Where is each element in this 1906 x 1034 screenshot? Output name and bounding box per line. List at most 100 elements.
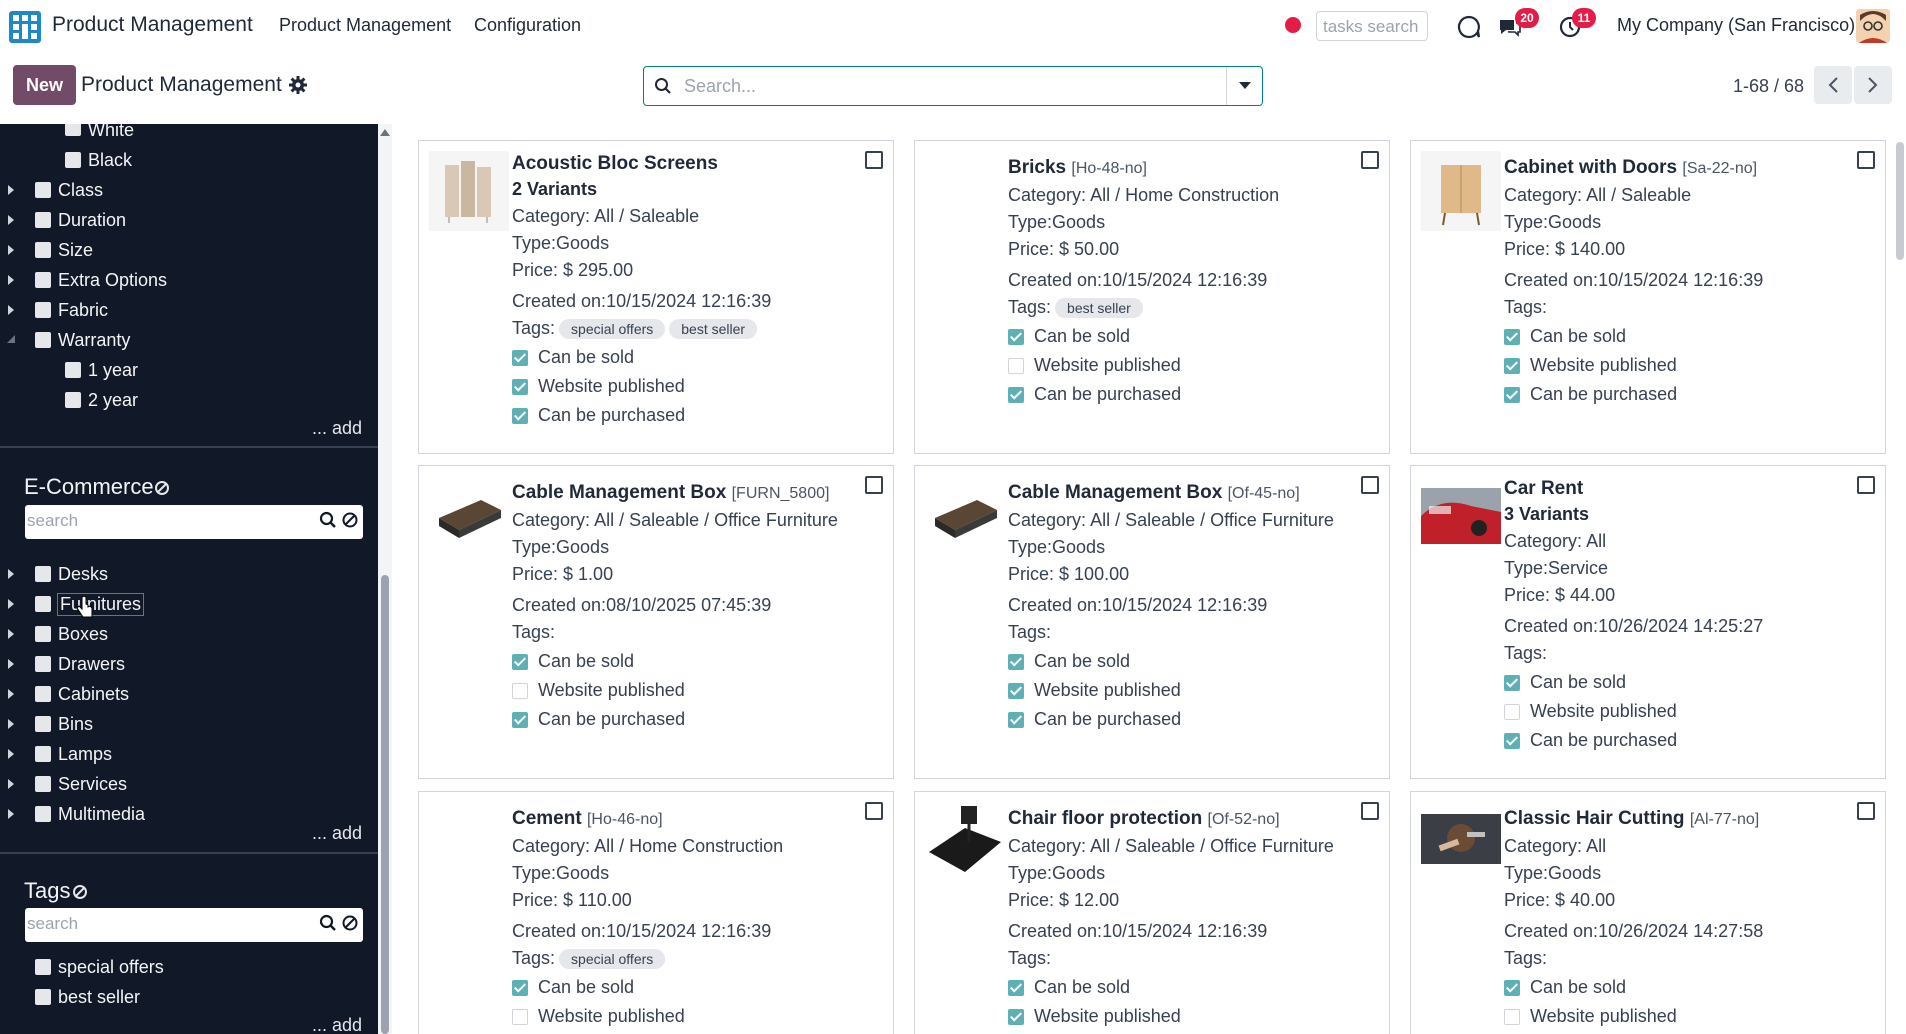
filter-label[interactable]: Warranty [58, 330, 130, 351]
user-avatar[interactable] [1856, 9, 1890, 43]
add-attribute-link[interactable]: ... add [312, 418, 362, 439]
menu-product-management[interactable]: Product Management [279, 15, 451, 36]
filter-checkbox[interactable] [65, 392, 81, 408]
search-bar[interactable]: Search... [643, 66, 1263, 106]
tags-search-input[interactable]: search [27, 914, 78, 934]
product-title[interactable]: Cable Management Box [FURN_5800] [512, 482, 883, 504]
add-tag-link[interactable]: ... add [312, 1015, 362, 1034]
clear-filter-icon[interactable] [154, 480, 170, 496]
filter-checkbox[interactable] [35, 182, 51, 198]
company-switcher[interactable]: My Company (San Francisco) [1617, 15, 1855, 36]
ecommerce-item[interactable]: Bins [58, 714, 93, 735]
clear-search-icon[interactable] [341, 511, 359, 529]
product-name[interactable]: Classic Hair Cutting [1504, 808, 1685, 829]
variants-count[interactable]: 3 Variants [1504, 504, 1875, 525]
search-options-toggle[interactable] [1226, 67, 1262, 105]
expand-caret-icon[interactable] [8, 629, 14, 639]
filter-checkbox[interactable] [35, 272, 51, 288]
ecommerce-item[interactable]: Desks [58, 564, 108, 585]
filter-label[interactable]: Black [88, 150, 132, 171]
filter-checkbox[interactable] [35, 959, 51, 975]
product-title[interactable]: Car Rent [1504, 478, 1875, 500]
filter-checkbox[interactable] [35, 746, 51, 762]
filter-checkbox[interactable] [35, 626, 51, 642]
filter-checkbox[interactable] [35, 656, 51, 672]
filter-label[interactable]: 1 year [88, 360, 138, 381]
tag-badge[interactable]: special offers [559, 949, 666, 969]
ecommerce-item[interactable]: Boxes [58, 624, 108, 645]
expand-caret-icon[interactable] [8, 809, 14, 819]
filter-label[interactable]: Class [58, 180, 103, 201]
pager-next-button[interactable] [1854, 66, 1892, 104]
filter-label[interactable]: best seller [58, 987, 140, 1008]
filter-checkbox[interactable] [35, 806, 51, 822]
product-card[interactable]: Bricks [Ho-48-no] Category: All / Home Co… [914, 140, 1390, 454]
expand-caret-icon[interactable] [8, 689, 14, 699]
tag-badge[interactable]: best seller [669, 319, 758, 339]
filter-label[interactable]: Duration [58, 210, 126, 231]
clear-filter-icon[interactable] [72, 884, 88, 900]
filter-checkbox[interactable] [65, 362, 81, 378]
product-title[interactable]: Chair floor protection [Of-52-no] [1008, 808, 1379, 830]
new-button[interactable]: New [13, 65, 76, 105]
filter-label[interactable]: special offers [58, 957, 164, 978]
filter-checkbox[interactable] [35, 989, 51, 1005]
filter-checkbox[interactable] [35, 596, 51, 612]
product-card[interactable]: Classic Hair Cutting [Al-77-no] Category:… [1410, 791, 1886, 1034]
product-card[interactable]: Cable Management Box [FURN_5800] Category… [418, 465, 894, 779]
product-card[interactable]: Cable Management Box [Of-45-no] Category:… [914, 465, 1390, 779]
sidebar-scrollbar-thumb[interactable] [381, 575, 389, 1034]
search-icon[interactable] [319, 914, 337, 932]
filter-checkbox[interactable] [35, 566, 51, 582]
ecommerce-item[interactable]: Lamps [58, 744, 112, 765]
filter-checkbox[interactable] [35, 776, 51, 792]
filter-checkbox[interactable] [65, 124, 81, 136]
product-title[interactable]: Bricks [Ho-48-no] [1008, 157, 1379, 179]
product-name[interactable]: Bricks [1008, 157, 1066, 178]
filter-label[interactable]: 2 year [88, 390, 138, 411]
add-category-link[interactable]: ... add [312, 823, 362, 844]
ecommerce-item[interactable]: Cabinets [58, 684, 129, 705]
filter-label[interactable]: Extra Options [58, 270, 167, 291]
search-input[interactable]: Search... [682, 67, 1226, 105]
expand-caret-icon[interactable] [8, 719, 14, 729]
product-card[interactable]: Chair floor protection [Of-52-no] Categor… [914, 791, 1390, 1034]
filter-checkbox[interactable] [65, 152, 81, 168]
product-name[interactable]: Acoustic Bloc Screens [512, 153, 718, 174]
filter-checkbox[interactable] [35, 716, 51, 732]
menu-configuration[interactable]: Configuration [474, 15, 581, 36]
ecommerce-search-field[interactable]: search [25, 505, 363, 539]
clear-search-icon[interactable] [341, 914, 359, 932]
variants-count[interactable]: 2 Variants [512, 179, 883, 200]
product-name[interactable]: Car Rent [1504, 478, 1583, 499]
ecommerce-item[interactable]: Multimedia [58, 804, 145, 825]
ecommerce-search-input[interactable]: search [27, 511, 78, 531]
expand-caret-icon[interactable] [8, 779, 14, 789]
product-card[interactable]: Acoustic Bloc Screens 2 Variants Category:… [418, 140, 894, 454]
tags-search-field[interactable]: search [25, 908, 363, 942]
product-title[interactable]: Acoustic Bloc Screens [512, 153, 883, 175]
expand-caret-icon[interactable] [8, 599, 14, 609]
product-name[interactable]: Cabinet with Doors [1504, 157, 1677, 178]
product-name[interactable]: Cable Management Box [512, 482, 726, 503]
ecommerce-item[interactable]: Services [58, 774, 127, 795]
product-title[interactable]: Cabinet with Doors [Sa-22-no] [1504, 157, 1875, 179]
gear-icon[interactable] [288, 75, 308, 95]
filter-label[interactable]: White [88, 124, 134, 141]
filter-checkbox[interactable] [35, 242, 51, 258]
filter-checkbox[interactable] [35, 686, 51, 702]
expand-caret-icon[interactable] [8, 749, 14, 759]
expand-caret-icon[interactable] [8, 185, 14, 195]
expand-caret-icon[interactable] [8, 275, 14, 285]
expand-caret-icon[interactable] [8, 215, 14, 225]
filter-label[interactable]: Size [58, 240, 93, 261]
recording-indicator-icon[interactable] [1285, 17, 1301, 33]
product-card[interactable]: Cabinet with Doors [Sa-22-no] Category: A… [1410, 140, 1886, 454]
expand-caret-icon[interactable] [8, 659, 14, 669]
main-scrollbar-thumb[interactable] [1896, 142, 1904, 260]
product-title[interactable]: Cement [Ho-46-no] [512, 808, 883, 830]
product-name[interactable]: Chair floor protection [1008, 808, 1202, 829]
ecommerce-item[interactable]: Drawers [58, 654, 125, 675]
tasks-search-input[interactable]: tasks search [1316, 11, 1428, 41]
pager-value[interactable]: 1-68 / 68 [1733, 76, 1804, 97]
